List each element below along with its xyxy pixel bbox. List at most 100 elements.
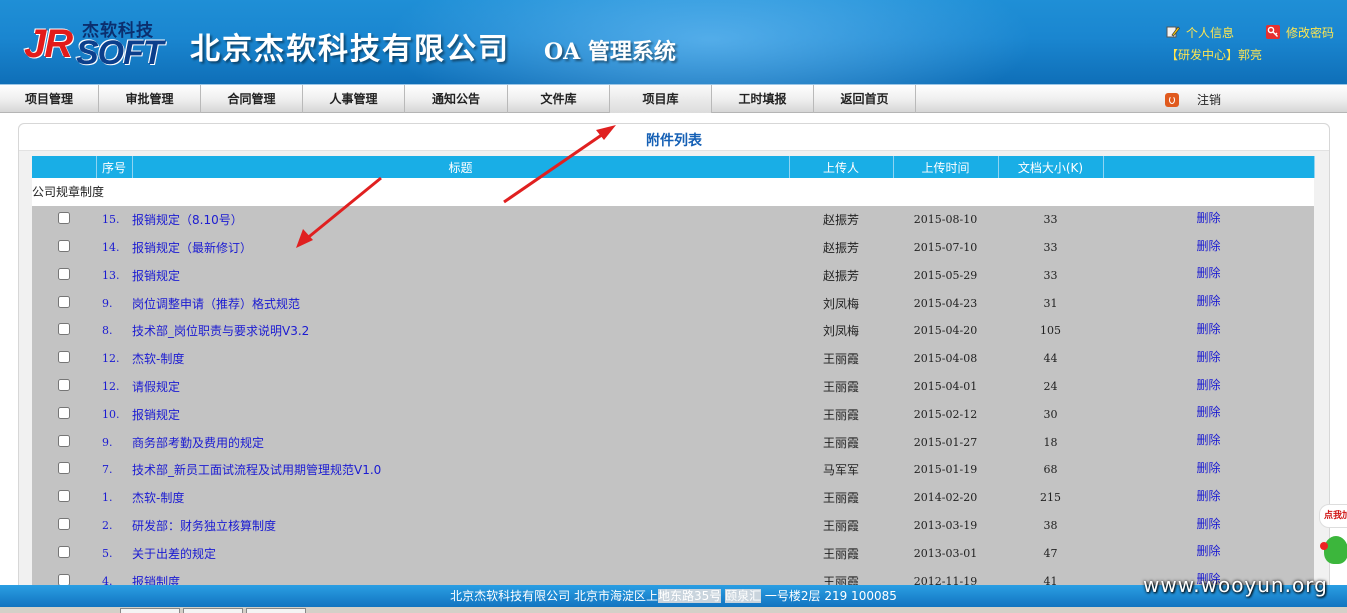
- row-title-link[interactable]: 报销规定: [132, 269, 180, 283]
- nav-tab-timesheet[interactable]: 工时填报: [712, 85, 814, 113]
- row-number: 2.: [96, 511, 132, 540]
- row-actions: 删除: [1103, 205, 1314, 234]
- row-title-link[interactable]: 杰软-制度: [132, 491, 184, 505]
- profile-link[interactable]: 个人信息: [1166, 24, 1234, 41]
- row-checkbox[interactable]: [58, 323, 70, 336]
- side-widget-bubble: 点我加: [1319, 504, 1347, 528]
- row-title-link[interactable]: 技术部_岗位职责与要求说明V3.2: [132, 324, 309, 338]
- delete-link[interactable]: 删除: [1196, 405, 1220, 419]
- row-title-cell: 技术部_新员工面试流程及试用期管理规范V1.0: [132, 455, 789, 484]
- row-upload-time: 2013-03-19: [893, 511, 998, 540]
- row-title-link[interactable]: 报销规定: [132, 408, 180, 422]
- delete-link[interactable]: 删除: [1196, 378, 1220, 392]
- nav-tab-contract-management[interactable]: 合同管理: [201, 85, 303, 113]
- row-title-link[interactable]: 请假规定: [132, 380, 180, 394]
- row-checkbox[interactable]: [58, 517, 70, 530]
- table-row: 12. 请假规定 王丽霞 2015-04-01 24 删除: [32, 372, 1314, 401]
- row-actions: 删除: [1103, 372, 1314, 401]
- delete-link[interactable]: 删除: [1196, 461, 1220, 475]
- delete-link[interactable]: 删除: [1196, 544, 1220, 558]
- row-select-cell: [32, 400, 96, 429]
- row-checkbox[interactable]: [58, 434, 70, 447]
- row-number: 1.: [96, 483, 132, 512]
- row-upload-time: 2015-05-29: [893, 261, 998, 290]
- row-checkbox[interactable]: [58, 462, 70, 475]
- panel-title: 附件列表: [646, 133, 702, 149]
- change-password-link[interactable]: 修改密码: [1266, 24, 1334, 41]
- row-uploader: 王丽霞: [789, 539, 893, 568]
- nav-tab-project-library[interactable]: 项目库: [610, 85, 712, 113]
- table-row: 1. 杰软-制度 王丽霞 2014-02-20 215 删除: [32, 483, 1314, 512]
- nav-tab-home[interactable]: 返回首页: [814, 85, 916, 113]
- delete-link[interactable]: 删除: [1196, 350, 1220, 364]
- row-number: 13.: [96, 261, 132, 290]
- nav-tab-file-library[interactable]: 文件库: [508, 85, 610, 113]
- row-title-link[interactable]: 技术部_新员工面试流程及试用期管理规范V1.0: [132, 463, 381, 477]
- row-title-cell: 报销规定（最新修订）: [132, 233, 789, 262]
- row-checkbox[interactable]: [58, 406, 70, 419]
- row-title-link[interactable]: 商务部考勤及费用的规定: [132, 436, 264, 450]
- table-row: 7. 技术部_新员工面试流程及试用期管理规范V1.0 马军军 2015-01-19 68…: [32, 455, 1314, 484]
- row-title-cell: 研发部：财务独立核算制度: [132, 511, 789, 540]
- row-checkbox[interactable]: [58, 545, 70, 558]
- footer-address-highlight-2: 颐泉汇: [725, 589, 762, 603]
- row-checkbox[interactable]: [58, 378, 70, 391]
- group-row: 公司规章制度: [32, 178, 1314, 206]
- delete-link[interactable]: 删除: [1196, 211, 1220, 225]
- taskbar-tab[interactable]: [246, 608, 306, 613]
- row-title-link[interactable]: 研发部：财务独立核算制度: [132, 519, 276, 533]
- row-checkbox[interactable]: [58, 295, 70, 308]
- row-title-link[interactable]: 岗位调整申请（推荐）格式规范: [132, 297, 300, 311]
- row-upload-time: 2015-04-08: [893, 344, 998, 373]
- table-row: 12. 杰软-制度 王丽霞 2015-04-08 44 删除: [32, 344, 1314, 373]
- col-header-select: [32, 156, 97, 178]
- group-label: 公司规章制度: [32, 178, 1314, 206]
- delete-link[interactable]: 删除: [1196, 433, 1220, 447]
- delete-link[interactable]: 删除: [1196, 294, 1220, 308]
- nav-tab-approval-management[interactable]: 审批管理: [99, 85, 201, 113]
- row-uploader: 刘凤梅: [789, 289, 893, 317]
- logout-button[interactable]: 注销: [1165, 91, 1221, 108]
- row-title-cell: 请假规定: [132, 372, 789, 401]
- row-title-link[interactable]: 报销规定（8.10号）: [132, 213, 243, 227]
- delete-link[interactable]: 删除: [1196, 322, 1220, 336]
- row-actions: 删除: [1103, 233, 1314, 262]
- taskbar-tab[interactable]: [120, 608, 180, 613]
- nav-tab-project-management[interactable]: 项目管理: [0, 85, 99, 113]
- nav-tab-hr-management[interactable]: 人事管理: [303, 85, 405, 113]
- delete-link[interactable]: 删除: [1196, 239, 1220, 253]
- col-header-size: 文档大小(K): [998, 156, 1104, 178]
- delete-link[interactable]: 删除: [1196, 489, 1220, 503]
- row-size: 33: [998, 205, 1103, 234]
- taskbar-tab[interactable]: [183, 608, 243, 613]
- delete-link[interactable]: 删除: [1196, 517, 1220, 531]
- row-actions: 删除: [1103, 261, 1314, 290]
- delete-link[interactable]: 删除: [1196, 266, 1220, 280]
- row-checkbox[interactable]: [58, 239, 70, 252]
- row-upload-time: 2015-01-27: [893, 428, 998, 456]
- row-title-link[interactable]: 杰软-制度: [132, 352, 184, 366]
- row-checkbox[interactable]: [58, 573, 70, 586]
- row-select-cell: [32, 205, 96, 234]
- row-number: 15.: [96, 205, 132, 234]
- row-checkbox[interactable]: [58, 490, 70, 503]
- row-upload-time: 2015-04-20: [893, 316, 998, 345]
- nav-tab-notices[interactable]: 通知公告: [405, 85, 508, 113]
- table-row: 10. 报销规定 王丽霞 2015-02-12 30 删除: [32, 400, 1314, 429]
- row-title-cell: 报销规定: [132, 400, 789, 429]
- row-size: 33: [998, 261, 1103, 290]
- col-header-no: 序号: [96, 156, 133, 178]
- current-user-label: 【研发中心】郭亮: [1166, 48, 1263, 62]
- side-chat-widget[interactable]: 点我加: [1316, 500, 1347, 580]
- row-title-link[interactable]: 报销规定（最新修订）: [132, 241, 252, 255]
- row-title-cell: 技术部_岗位职责与要求说明V3.2: [132, 316, 789, 345]
- row-checkbox[interactable]: [58, 267, 70, 280]
- row-size: 31: [998, 289, 1103, 317]
- row-size: 18: [998, 428, 1103, 456]
- row-checkbox[interactable]: [58, 351, 70, 364]
- row-title-link[interactable]: 关于出差的规定: [132, 547, 216, 561]
- row-checkbox[interactable]: [58, 212, 70, 225]
- table-row: 13. 报销规定 赵振芳 2015-05-29 33 删除: [32, 261, 1314, 290]
- row-uploader: 赵振芳: [789, 205, 893, 234]
- col-header-uploader: 上传人: [789, 156, 894, 178]
